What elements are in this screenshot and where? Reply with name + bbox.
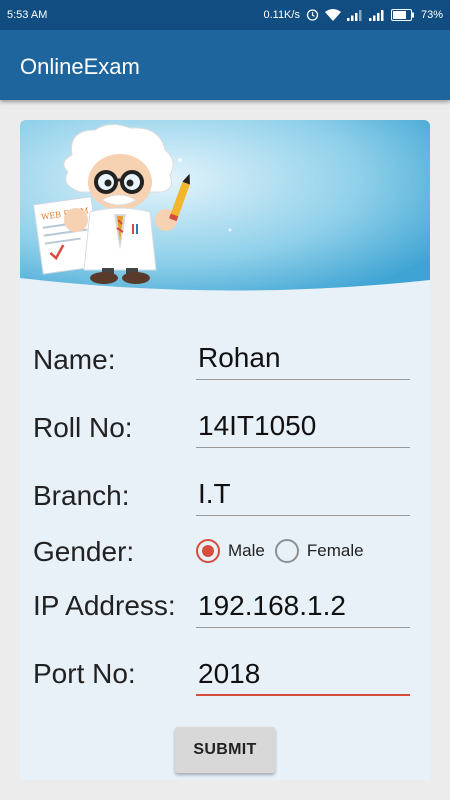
signal-icon <box>368 9 384 21</box>
status-time: 5:53 AM <box>7 9 48 21</box>
ip-value: 192.168.1.2 <box>198 590 346 621</box>
roll-field[interactable]: 14IT1050 <box>196 408 410 448</box>
signal-icon <box>346 9 362 21</box>
radio-unselected-icon <box>274 539 299 563</box>
battery-icon <box>390 8 414 21</box>
gender-female-label: Female <box>306 541 364 560</box>
battery-percent: 73% <box>420 8 443 21</box>
name-label: Name: <box>33 344 116 375</box>
professor-illustration: WEB EXAM <box>20 120 430 291</box>
port-label: Port No: <box>33 658 136 689</box>
branch-label: Branch: <box>33 480 130 511</box>
alarm-icon <box>306 9 319 21</box>
roll-label: Roll No: <box>33 412 133 443</box>
gender-radio-group: Male Female <box>196 536 374 566</box>
name-value: Rohan <box>198 342 281 373</box>
ip-field[interactable]: 192.168.1.2 <box>196 588 410 628</box>
ip-label: IP Address: <box>33 590 176 621</box>
port-value: 2018 <box>198 658 261 689</box>
gender-label: Gender: <box>33 536 135 567</box>
status-bar: 5:53 AM 0.11K/s 73% <box>0 0 450 30</box>
branch-value: I.T <box>198 478 231 509</box>
status-icons: 0.11K/s 73% <box>263 8 443 21</box>
form-card: WEB EXAM Name: Rohan Roll No: 14IT1050 B… <box>20 120 430 780</box>
radio-selected-icon <box>196 539 220 563</box>
roll-value: 14IT1050 <box>198 410 317 441</box>
submit-button[interactable]: SUBMIT <box>175 727 275 773</box>
port-field[interactable]: 2018 <box>196 656 410 696</box>
gender-male-radio[interactable]: Male <box>196 539 275 563</box>
network-speed: 0.11K/s <box>263 8 300 21</box>
gender-female-radio[interactable]: Female <box>274 539 374 563</box>
name-field[interactable]: Rohan <box>196 340 410 380</box>
wifi-icon <box>324 8 341 21</box>
branch-field[interactable]: I.T <box>196 476 410 516</box>
app-bar: OnlineExam <box>0 30 450 100</box>
gender-male-label: Male <box>228 541 265 560</box>
app-title: OnlineExam <box>20 54 140 79</box>
